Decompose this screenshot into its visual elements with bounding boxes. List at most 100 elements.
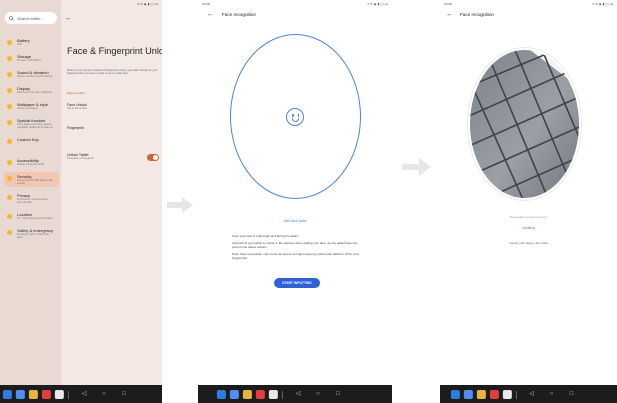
- sidebar-list: Battery 78% Storage 8% used · 236 GB free So…: [4, 36, 59, 245]
- youtube-app-icon[interactable]: [489, 390, 499, 399]
- back-nav-icon[interactable]: ◁: [293, 389, 303, 400]
- sidebar-item[interactable]: Custom Key: [4, 135, 59, 146]
- sidebar-item[interactable]: Sound & vibration Volume, vibration, Do N…: [4, 68, 59, 80]
- settings-category-icon: [7, 195, 12, 200]
- dock-separator: [515, 390, 517, 399]
- home-nav-icon[interactable]: ○: [99, 389, 109, 400]
- sidebar-item-text: Special function Three finger screenshot,…: [17, 118, 56, 129]
- sidebar-item-sub: Display, interaction, audio: [17, 163, 45, 166]
- dock-separator: [281, 390, 283, 399]
- sidebar-item[interactable]: Security Screen lock, Find My Device, app…: [4, 172, 59, 187]
- nav-bar: ◁ ○ □: [198, 385, 392, 403]
- sidebar-item[interactable]: Safety & emergency Emergency SOS, medical…: [4, 226, 59, 241]
- arrow-right-icon: [402, 158, 431, 176]
- messages-app-icon[interactable]: [463, 390, 473, 399]
- search-icon: [9, 15, 14, 21]
- dock: ◁ ○ □: [216, 389, 343, 400]
- app-grid-app-icon[interactable]: [268, 390, 278, 399]
- toggle-knob: [153, 155, 158, 160]
- nav-bar: ◁ ○ □: [0, 385, 162, 403]
- sidebar-item-sub: 8% used · 236 GB free: [17, 59, 42, 62]
- sidebar-item-text: Storage 8% used · 236 GB free: [17, 54, 41, 62]
- sidebar-item-text: Battery 78%: [17, 38, 30, 46]
- search-placeholder: Search settin...: [17, 15, 44, 21]
- status-bar: 10:38 ▾ ✉ ◉ ▮ ◫ ⅏: [198, 2, 392, 8]
- dock-separator: [67, 390, 69, 399]
- youtube-app-icon[interactable]: [255, 390, 265, 399]
- recents-nav-icon[interactable]: □: [566, 389, 576, 400]
- start-inputting-button[interactable]: START INPUTTING: [274, 278, 320, 288]
- dock: ◁ ○ □: [2, 389, 129, 400]
- settings-sidebar: Search settin... Battery 78% Storage 8% use…: [0, 0, 61, 385]
- sidebar-item[interactable]: Battery 78%: [4, 36, 59, 48]
- face-eye-right: [297, 114, 300, 117]
- tutorial-canvas: 10:38 ▾ ✉ ◉ ▮ ◫ ⅏ Search settin... Batte…: [0, 0, 617, 403]
- sidebar-item-text: Security Screen lock, Find My Device, app…: [17, 174, 56, 185]
- recents-nav-icon[interactable]: □: [119, 389, 129, 400]
- recents-nav-icon[interactable]: □: [333, 389, 343, 400]
- settings-category-icon: [7, 72, 12, 77]
- settings-category-icon: [7, 88, 12, 93]
- chrome-app-icon[interactable]: [476, 390, 486, 399]
- settings-screen: 10:38 ▾ ✉ ◉ ▮ ◫ ⅏ Search settin... Batte…: [0, 0, 162, 403]
- chrome-app-icon[interactable]: [28, 390, 38, 399]
- back-arrow-icon[interactable]: ←: [207, 11, 214, 18]
- sidebar-item-text: Custom Key: [17, 137, 39, 142]
- sidebar-item-sub: Permissions, account activity, personal …: [17, 198, 49, 204]
- sidebar-item[interactable]: Accessibility Display, interaction, audio: [4, 156, 59, 168]
- sidebar-item-text: Privacy Permissions, account activity, pe…: [17, 193, 56, 204]
- chrome-app-icon[interactable]: [242, 390, 252, 399]
- phone-app-icon[interactable]: [216, 390, 226, 399]
- section-label: Ways to unlock: [67, 92, 85, 95]
- unlock-tablet-toggle[interactable]: [147, 154, 159, 161]
- center-face-instruction: Center your face in the circle: [509, 241, 548, 245]
- messages-app-icon[interactable]: [229, 390, 239, 399]
- search-settings-input[interactable]: Search settin...: [5, 12, 57, 24]
- sidebar-item-sub: Dark theme, font size, brightness: [17, 91, 52, 94]
- home-nav-icon[interactable]: ○: [313, 389, 323, 400]
- instructions: Keep your face in bright light and facin…: [232, 234, 360, 263]
- unlock-tablet-row[interactable]: Unlock Tablet Using face or fingerprint: [67, 153, 94, 160]
- settings-category-icon: [7, 214, 12, 219]
- sidebar-item-sub: Emergency SOS, medical info, alerts: [17, 233, 50, 239]
- settings-category-icon: [7, 160, 12, 165]
- status-time: 10:38: [202, 2, 210, 6]
- camera-hint: Please adjust your face in the circle: [509, 216, 548, 219]
- face-enroll-screen: 10:38 ▾ ✉ ◉ ▮ ◫ ⅏ ← Face recognition Add…: [198, 0, 392, 403]
- settings-category-icon: [7, 139, 12, 144]
- app-grid-app-icon[interactable]: [54, 390, 64, 399]
- camera-preview: [468, 48, 581, 200]
- back-arrow-icon[interactable]: ←: [65, 15, 72, 22]
- phone-app-icon[interactable]: [2, 390, 12, 399]
- sidebar-item-text: Wallpaper & style Colors, icon shapes: [17, 102, 48, 110]
- sidebar-item[interactable]: Location On · 1 app has access to locatio…: [4, 210, 59, 222]
- sidebar-item[interactable]: Privacy Permissions, account activity, pe…: [4, 191, 59, 206]
- status-icons: ▾ ✉ ◉ ▮ ◫ ⅏: [367, 2, 388, 6]
- settings-category-icon: [7, 40, 12, 45]
- back-nav-icon[interactable]: ◁: [79, 389, 89, 400]
- instruction-text: Keep your face in bright light and facin…: [232, 234, 299, 238]
- sidebar-item[interactable]: Special function Three finger screenshot,…: [4, 116, 59, 131]
- youtube-app-icon[interactable]: [41, 390, 51, 399]
- sidebar-item-sub: Colors, icon shapes: [17, 107, 38, 110]
- back-nav-icon[interactable]: ◁: [526, 389, 536, 400]
- sidebar-item[interactable]: Storage 8% used · 236 GB free: [4, 52, 59, 64]
- app-grid-app-icon[interactable]: [502, 390, 512, 399]
- fingerprint-title: Fingerprint: [67, 126, 85, 130]
- sidebar-item-text: Safety & emergency Emergency SOS, medical…: [17, 228, 56, 239]
- settings-category-icon: [7, 230, 12, 235]
- home-nav-icon[interactable]: ○: [546, 389, 556, 400]
- add-face-data-link[interactable]: Add face data: [198, 219, 392, 223]
- face-unlock-row[interactable]: Face Unlock Tap to set up face: [67, 103, 87, 110]
- sidebar-item[interactable]: Display Dark theme, font size, brightness: [4, 84, 59, 96]
- instruction-text: Just look at your tablet to unlock it. B…: [232, 241, 358, 249]
- messages-app-icon[interactable]: [15, 390, 25, 399]
- back-arrow-icon[interactable]: ←: [446, 11, 453, 18]
- phone-app-icon[interactable]: [450, 390, 460, 399]
- settings-category-icon: [7, 56, 12, 61]
- detail-pane: ← Face & Fingerprint Unlock When you set…: [61, 0, 162, 385]
- sidebar-item-sub: 78%: [17, 43, 22, 46]
- sidebar-item[interactable]: Wallpaper & style Colors, icon shapes: [4, 100, 59, 112]
- fingerprint-row[interactable]: Fingerprint: [67, 126, 84, 130]
- sidebar-item-text: Display Dark theme, font size, brightness: [17, 86, 52, 94]
